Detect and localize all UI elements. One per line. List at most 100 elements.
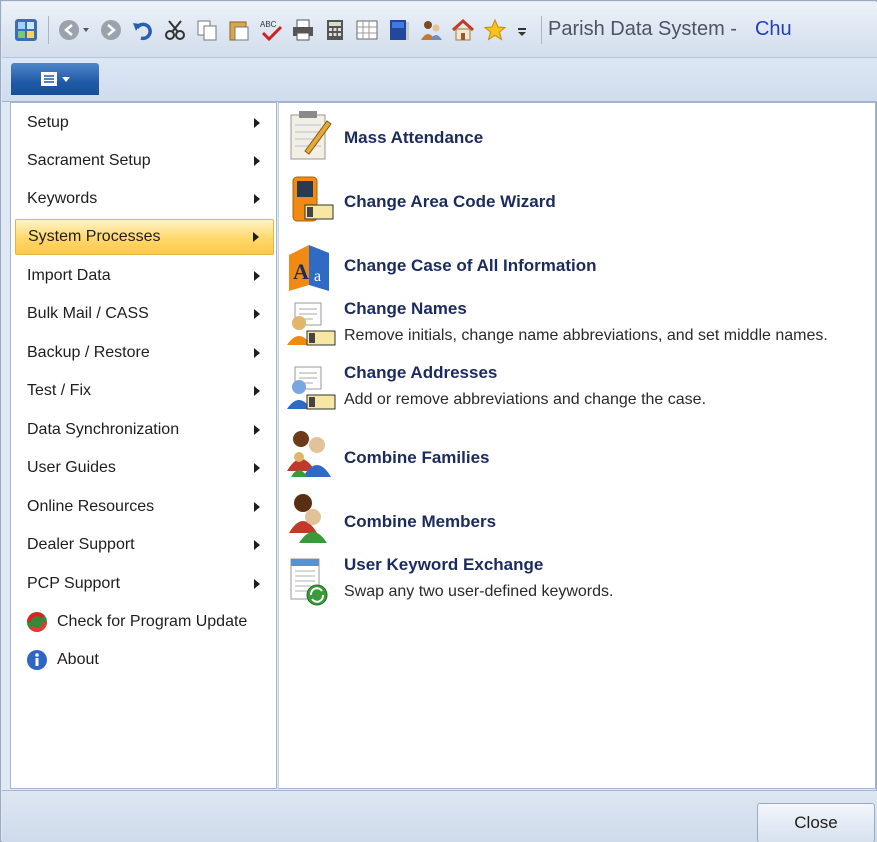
menu-item-label: Import Data	[27, 267, 111, 284]
menu-item-label: Keywords	[27, 190, 98, 207]
submenu-arrow-icon	[254, 502, 260, 512]
calculator-icon[interactable]	[323, 18, 347, 42]
back-icon[interactable]	[57, 18, 91, 42]
menu-item-label: Dealer Support	[27, 536, 135, 553]
action-description: Add or remove abbreviations and change t…	[344, 391, 707, 408]
book-icon[interactable]	[387, 18, 411, 42]
action-title: Change Area Code Wizard	[344, 192, 556, 211]
action-title: Combine Members	[344, 512, 497, 531]
menu-item-label: System Processes	[28, 228, 161, 245]
menu-item-label: Check for Program Update	[57, 613, 248, 630]
close-button[interactable]: Close	[757, 803, 875, 842]
home-icon[interactable]	[451, 18, 475, 42]
text-case-icon: Aa	[285, 241, 337, 295]
keyword-exchange-icon	[285, 557, 337, 611]
names-icon	[285, 299, 337, 353]
action-change-addresses[interactable]: Change Addresses Add or remove abbreviat…	[285, 357, 870, 417]
application-menu-icon	[41, 72, 70, 86]
menu-item-user-guides[interactable]: User Guides	[15, 450, 274, 486]
update-icon	[25, 610, 49, 634]
menu-item-backup-restore[interactable]: Backup / Restore	[15, 335, 274, 371]
members-icon	[285, 491, 337, 545]
window-app-name: Chu	[754, 18, 792, 40]
action-title: Mass Attendance	[344, 128, 484, 147]
submenu-arrow-icon	[254, 309, 260, 319]
application-menu-button[interactable]	[11, 63, 99, 95]
menu-item-about[interactable]: About	[15, 642, 274, 678]
action-title: Change Names	[344, 299, 467, 318]
window-title: Parish Data System - Chu	[548, 18, 792, 41]
menu-item-bulk-mail-cass[interactable]: Bulk Mail / CASS	[15, 296, 274, 332]
ribbon-bar	[2, 58, 877, 102]
svg-text:A: A	[293, 259, 309, 284]
quick-access-toolbar: ABC Parish Data System - Chu	[2, 2, 877, 58]
action-description: Remove initials, change name abbreviatio…	[344, 327, 828, 344]
application-menu-list: Setup Sacrament Setup Keywords System Pr…	[10, 102, 277, 789]
cut-icon[interactable]	[163, 18, 187, 42]
submenu-arrow-icon	[254, 540, 260, 550]
action-change-area-code-wizard[interactable]: Change Area Code Wizard	[285, 173, 870, 233]
menu-item-keywords[interactable]: Keywords	[15, 181, 274, 217]
menu-item-label: Sacrament Setup	[27, 152, 151, 169]
svg-text:a: a	[314, 268, 321, 285]
menu-item-data-synchronization[interactable]: Data Synchronization	[15, 412, 274, 448]
menu-item-label: Backup / Restore	[27, 344, 150, 361]
menu-item-label: Test / Fix	[27, 382, 92, 399]
action-mass-attendance[interactable]: Mass Attendance	[285, 109, 870, 169]
menu-item-label: Online Resources	[27, 498, 155, 515]
star-icon[interactable]	[483, 18, 507, 42]
spellcheck-icon[interactable]: ABC	[259, 18, 283, 42]
notepad-icon	[285, 109, 337, 163]
action-combine-families[interactable]: Combine Families	[285, 425, 870, 485]
action-description: Swap any two user-defined keywords.	[344, 583, 614, 600]
submenu-arrow-icon	[254, 579, 260, 589]
app-icon[interactable]	[14, 18, 38, 42]
menu-item-import-data[interactable]: Import Data	[15, 258, 274, 294]
menu-item-label: Bulk Mail / CASS	[27, 305, 149, 322]
toolbar-separator	[48, 15, 49, 44]
submenu-arrow-icon	[254, 194, 260, 204]
system-processes-panel: Mass Attendance Change Area Code Wizard …	[278, 102, 876, 789]
menu-item-label: Data Synchronization	[27, 421, 180, 438]
calendar-icon[interactable]	[355, 18, 379, 42]
print-icon[interactable]	[291, 18, 315, 42]
menu-item-test-fix[interactable]: Test / Fix	[15, 373, 274, 409]
submenu-arrow-icon	[254, 118, 260, 128]
menu-item-check-for-update[interactable]: Check for Program Update	[15, 604, 274, 640]
action-user-keyword-exchange[interactable]: User Keyword Exchange Swap any two user-…	[285, 549, 870, 609]
action-title: User Keyword Exchange	[344, 555, 544, 574]
undo-icon[interactable]	[131, 18, 155, 42]
paste-icon[interactable]	[227, 18, 251, 42]
toolbar-separator	[541, 15, 542, 44]
addresses-icon	[285, 363, 337, 417]
menu-item-pcp-support[interactable]: PCP Support	[15, 566, 274, 602]
action-title: Combine Families	[344, 448, 490, 467]
action-title: Change Addresses	[344, 363, 498, 382]
action-change-case[interactable]: Aa Change Case of All Information	[285, 237, 870, 297]
copy-icon[interactable]	[195, 18, 219, 42]
menu-item-label: User Guides	[27, 459, 116, 476]
submenu-arrow-icon	[254, 156, 260, 166]
menu-item-label: Setup	[27, 114, 69, 131]
forward-icon[interactable]	[99, 18, 123, 42]
submenu-arrow-icon	[254, 348, 260, 358]
menu-item-label: About	[57, 651, 99, 668]
customize-icon[interactable]	[515, 18, 529, 42]
submenu-arrow-icon	[254, 386, 260, 396]
submenu-arrow-icon	[253, 232, 259, 242]
menu-item-dealer-support[interactable]: Dealer Support	[15, 527, 274, 563]
menu-item-online-resources[interactable]: Online Resources	[15, 489, 274, 525]
people-icon[interactable]	[419, 18, 443, 42]
menu-item-setup[interactable]: Setup	[15, 105, 274, 141]
menu-item-system-processes[interactable]: System Processes	[15, 219, 274, 255]
submenu-arrow-icon	[254, 463, 260, 473]
action-change-names[interactable]: Change Names Remove initials, change nam…	[285, 293, 870, 353]
submenu-arrow-icon	[254, 271, 260, 281]
submenu-arrow-icon	[254, 425, 260, 435]
action-combine-members[interactable]: Combine Members	[285, 489, 870, 549]
families-icon	[285, 427, 337, 481]
action-title: Change Case of All Information	[344, 256, 597, 275]
svg-text:ABC: ABC	[260, 20, 277, 29]
menu-item-sacrament-setup[interactable]: Sacrament Setup	[15, 143, 274, 179]
menu-footer: Close	[2, 790, 877, 842]
